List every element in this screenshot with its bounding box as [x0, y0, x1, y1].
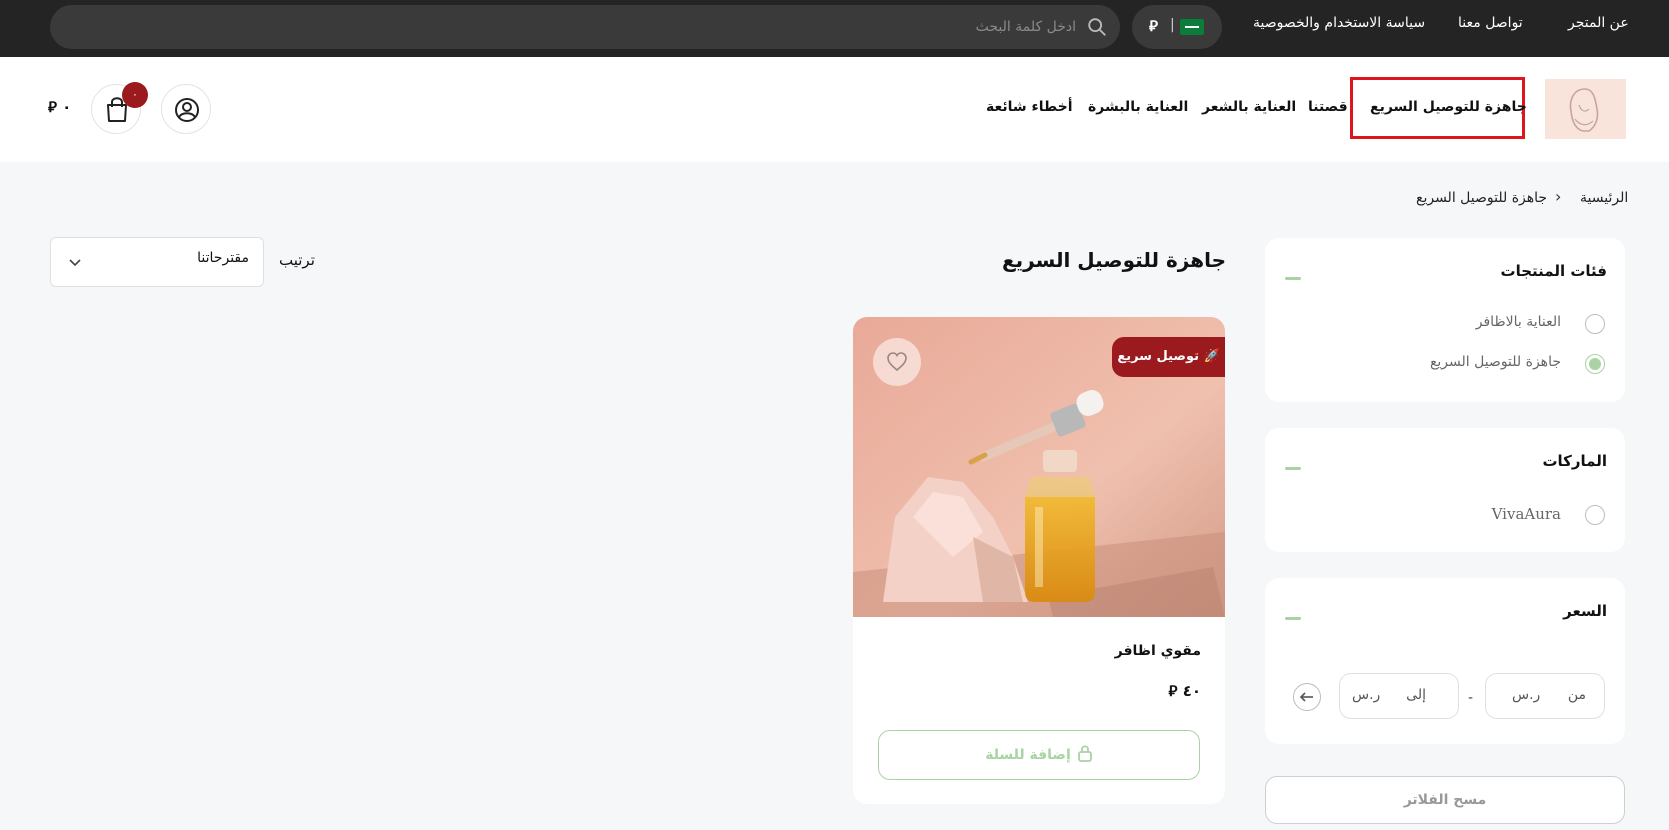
brands-filter-title: الماركات — [1542, 452, 1607, 470]
collapse-minus-icon[interactable] — [1285, 467, 1301, 470]
search-icon[interactable] — [1086, 16, 1108, 38]
cart-count-badge: ٠ — [122, 82, 148, 108]
currency-symbol: ⃁ — [1149, 17, 1158, 35]
lang-separator: | — [1170, 17, 1175, 33]
collapse-minus-icon[interactable] — [1285, 277, 1301, 280]
category-radio-fast-delivery[interactable] — [1585, 354, 1605, 374]
price-to-input[interactable]: إلى ر.س — [1339, 673, 1459, 719]
category-radio-nails[interactable] — [1585, 314, 1605, 334]
product-price: ٤٠ ⃁ — [1168, 682, 1201, 700]
price-filter-title: السعر — [1563, 602, 1607, 620]
clear-filters-button[interactable]: مسح الفلاتر — [1265, 776, 1625, 824]
about-store-link[interactable]: عن المتجر — [1568, 15, 1629, 31]
chevron-right-icon: › — [1555, 187, 1562, 206]
chevron-down-icon — [69, 259, 81, 267]
arrow-left-icon — [1299, 692, 1313, 702]
nav-our-story[interactable]: قصتنا — [1308, 99, 1348, 115]
collapse-minus-icon[interactable] — [1285, 617, 1301, 620]
nav-fast-delivery[interactable]: جاهزة للتوصيل السريع — [1370, 99, 1527, 115]
search-input[interactable] — [176, 5, 1076, 49]
lock-icon — [1077, 745, 1092, 762]
nav-skin-care[interactable]: العناية بالبشرة — [1088, 99, 1188, 115]
search-bar — [50, 5, 1120, 49]
categories-filter-panel: فئات المنتجات العناية بالاظافر جاهزة للت… — [1265, 238, 1625, 402]
add-to-cart-button[interactable]: إضافة للسلة — [878, 730, 1200, 780]
saudi-flag-icon — [1180, 19, 1204, 35]
category-label-nails[interactable]: العناية بالاظافر — [1476, 314, 1561, 330]
product-card[interactable]: 🚀 توصيل سريع مقوي اظافر ٤٠ ⃁ إضافة للسلة — [853, 317, 1225, 804]
top-bar: عن المتجر تواصل معنا سياسة الاستخدام وال… — [0, 0, 1669, 57]
page-title: جاهزة للتوصيل السريع — [1001, 248, 1226, 272]
language-currency-switcher[interactable]: | ⃁ — [1132, 5, 1222, 49]
brand-radio-vivaaura[interactable] — [1585, 505, 1605, 525]
breadcrumb-current: جاهزة للتوصيل السريع — [1416, 190, 1548, 206]
sort-label: ترتيب — [279, 251, 315, 269]
nav-common-mistakes[interactable]: أخطاء شائعة — [986, 99, 1073, 115]
brands-filter-panel: الماركات VivaAura — [1265, 428, 1625, 552]
price-to-currency: ر.س — [1352, 687, 1381, 703]
apply-price-button[interactable] — [1293, 683, 1321, 711]
breadcrumb-home[interactable]: الرئيسية — [1580, 190, 1628, 206]
user-icon — [175, 98, 199, 122]
product-name[interactable]: مقوي اظافر — [1115, 643, 1201, 659]
sort-select[interactable]: مقترحاتنا — [50, 237, 264, 287]
add-to-cart-label: إضافة للسلة — [985, 747, 1071, 763]
privacy-policy-link[interactable]: سياسة الاستخدام والخصوصية — [1253, 15, 1425, 31]
categories-filter-title: فئات المنتجات — [1500, 262, 1607, 280]
cart-total: ٠ ⃁ — [48, 98, 72, 116]
brand-label-vivaaura[interactable]: VivaAura — [1492, 505, 1561, 523]
main-header: جاهزة للتوصيل السريع قصتنا العناية بالشع… — [0, 57, 1669, 162]
price-to-placeholder: إلى — [1406, 687, 1426, 703]
account-button[interactable] — [161, 84, 211, 134]
hijab-woman-logo-icon — [1569, 88, 1599, 132]
sort-selected-value: مقترحاتنا — [197, 250, 249, 266]
favorite-button[interactable] — [873, 338, 921, 386]
category-label-fast-delivery[interactable]: جاهزة للتوصيل السريع — [1430, 354, 1561, 370]
price-from-input[interactable]: من ر.س — [1485, 673, 1605, 719]
price-filter-panel: السعر من ر.س - إلى ر.س — [1265, 578, 1625, 744]
store-logo[interactable] — [1545, 79, 1626, 139]
price-from-currency: ر.س — [1512, 687, 1541, 703]
fast-delivery-badge: 🚀 توصيل سريع — [1112, 337, 1225, 377]
price-separator: - — [1468, 690, 1474, 706]
price-from-placeholder: من — [1567, 687, 1586, 703]
nav-hair-care[interactable]: العناية بالشعر — [1202, 99, 1296, 115]
heart-icon — [887, 352, 907, 372]
contact-us-link[interactable]: تواصل معنا — [1458, 15, 1523, 31]
